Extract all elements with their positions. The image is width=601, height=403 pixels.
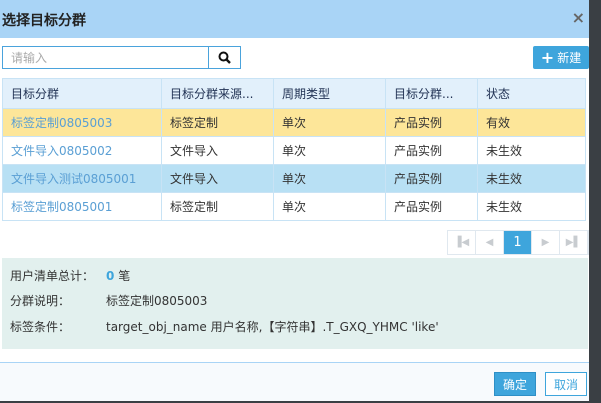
new-button[interactable]: + 新建 <box>533 46 589 69</box>
desc-value: 标签定制0805003 <box>106 294 208 308</box>
new-label: 新建 <box>557 51 582 65</box>
dialog-header: 选择目标分群 × <box>0 0 589 38</box>
first-page-icon[interactable]: ▐◀ <box>448 231 476 254</box>
prev-page-icon[interactable]: ◀ <box>476 231 504 254</box>
table-row[interactable]: 标签定制0805003 标签定制 单次 产品实例 有效 <box>2 108 586 137</box>
cancel-button[interactable]: 取消 <box>545 372 587 396</box>
cell-status: 有效 <box>477 108 586 137</box>
cell-type: 产品实例 <box>385 164 478 193</box>
cell-source: 标签定制 <box>161 192 274 221</box>
cell-group-name[interactable]: 文件导入0805002 <box>2 136 162 165</box>
total-row: 用户清单总计： 0 笔 <box>10 267 130 284</box>
column-header[interactable]: 目标分群 <box>2 78 162 109</box>
desc-label: 分群说明： <box>10 294 71 308</box>
condition-row: 标签条件： target_obj_name 用户名称,【字符串】.T_GXQ_Y… <box>10 318 439 335</box>
table-row[interactable]: 文件导入测试0805001 文件导入 单次 产品实例 未生效 <box>2 164 586 193</box>
cell-cycle: 单次 <box>273 136 386 165</box>
target-group-table: 目标分群 目标分群来源... 周期类型 目标分群... 状态 标签定制08050… <box>2 78 586 221</box>
total-count: 0 <box>106 269 115 283</box>
desc-row: 分群说明： 标签定制0805003 <box>10 292 207 309</box>
cell-type: 产品实例 <box>385 108 478 137</box>
select-target-group-dialog: 选择目标分群 × +新建 目标分群 目标分群来源... 周期类型 目标分群...… <box>0 0 589 401</box>
last-page-icon[interactable]: ▶▌ <box>560 231 588 254</box>
cell-source: 文件导入 <box>161 164 274 193</box>
close-icon[interactable]: × <box>572 8 585 27</box>
page-1-button[interactable]: 1 <box>504 231 532 254</box>
search-button[interactable] <box>208 46 241 69</box>
table-header-row: 目标分群 目标分群来源... 周期类型 目标分群... 状态 <box>2 78 586 109</box>
confirm-button[interactable]: 确定 <box>494 372 536 396</box>
pagination: ▐◀ ◀ 1 ▶ ▶▌ <box>447 230 589 255</box>
search-icon <box>218 51 231 64</box>
next-page-icon[interactable]: ▶ <box>532 231 560 254</box>
cell-cycle: 单次 <box>273 192 386 221</box>
cell-status: 未生效 <box>477 192 586 221</box>
cell-group-name[interactable]: 标签定制0805001 <box>2 192 162 221</box>
cell-status: 未生效 <box>477 136 586 165</box>
cell-status: 未生效 <box>477 164 586 193</box>
table-row[interactable]: 文件导入0805002 文件导入 单次 产品实例 未生效 <box>2 136 586 165</box>
cell-type: 产品实例 <box>385 192 478 221</box>
total-unit: 笔 <box>118 269 131 283</box>
column-header[interactable]: 目标分群... <box>385 78 478 109</box>
search-input[interactable] <box>3 47 208 68</box>
cell-source: 文件导入 <box>161 136 274 165</box>
search-box <box>2 46 209 69</box>
column-header[interactable]: 周期类型 <box>273 78 386 109</box>
dialog-footer: 确定 取消 <box>0 362 589 401</box>
column-header[interactable]: 目标分群来源... <box>161 78 274 109</box>
cell-source: 标签定制 <box>161 108 274 137</box>
table-row[interactable]: 标签定制0805001 标签定制 单次 产品实例 未生效 <box>2 192 586 221</box>
condition-label: 标签条件： <box>10 320 71 334</box>
cell-group-name[interactable]: 标签定制0805003 <box>2 108 162 137</box>
column-header[interactable]: 状态 <box>477 78 586 109</box>
plus-icon: + <box>540 47 555 67</box>
cell-type: 产品实例 <box>385 136 478 165</box>
group-info-panel: 用户清单总计： 0 笔 分群说明： 标签定制0805003 标签条件： targ… <box>2 258 588 349</box>
total-label: 用户清单总计： <box>10 269 95 283</box>
condition-value: target_obj_name 用户名称,【字符串】.T_GXQ_YHMC 'l… <box>106 320 439 334</box>
cell-group-name[interactable]: 文件导入测试0805001 <box>2 164 162 193</box>
dialog-title: 选择目标分群 <box>2 13 86 29</box>
cell-cycle: 单次 <box>273 164 386 193</box>
cell-cycle: 单次 <box>273 108 386 137</box>
